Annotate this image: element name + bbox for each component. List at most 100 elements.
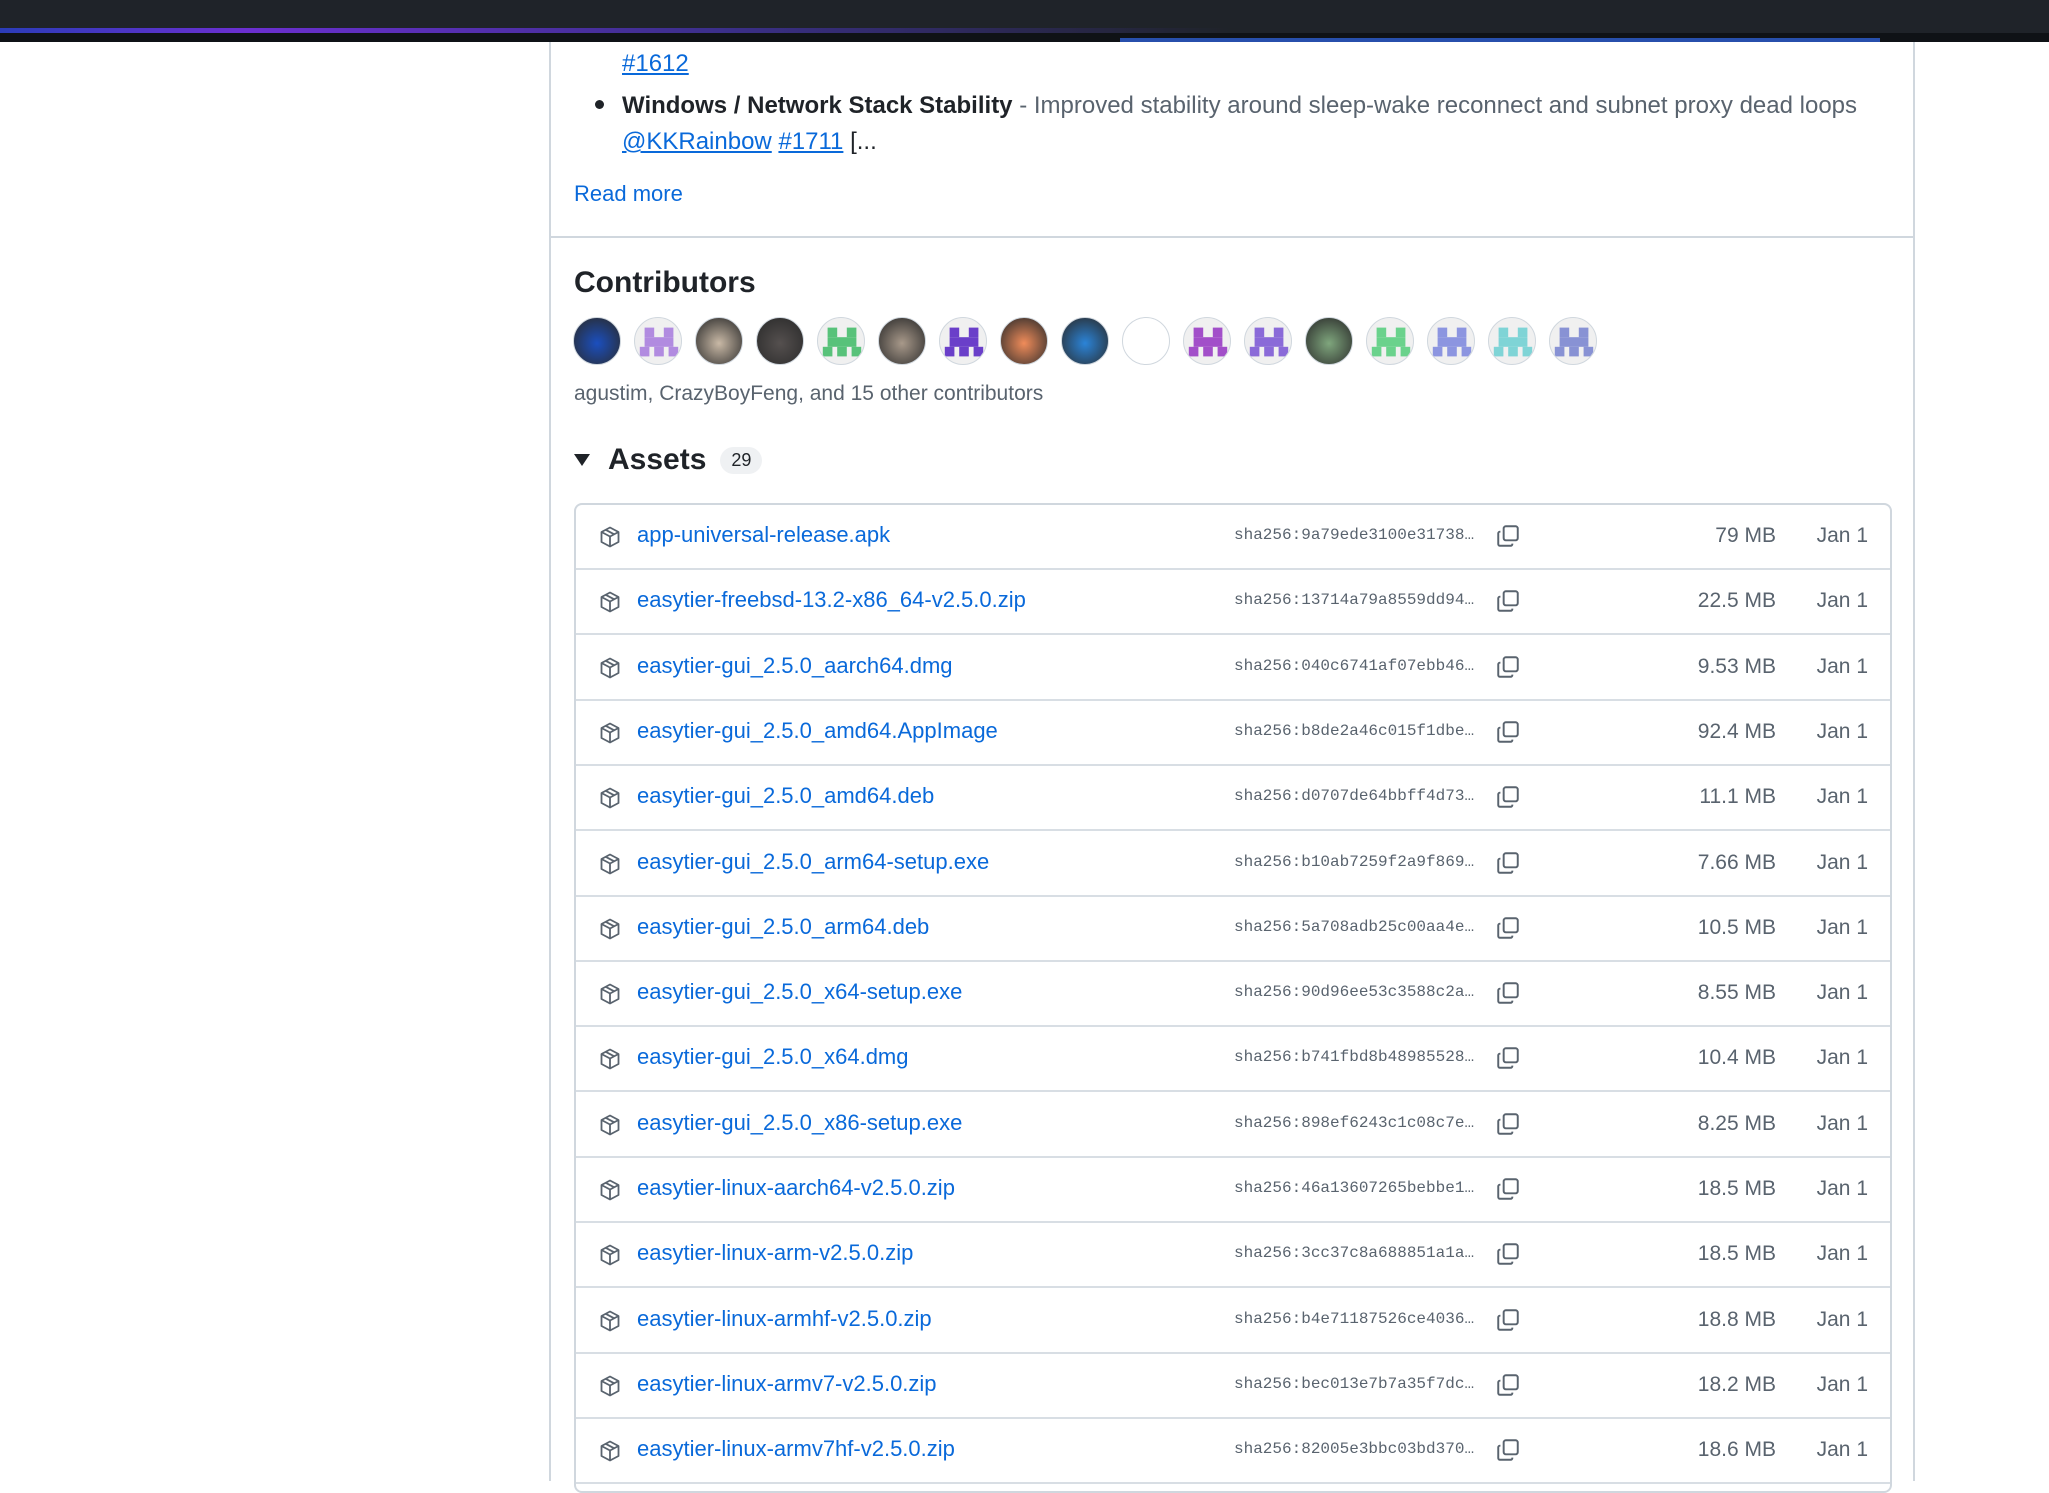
asset-name-link[interactable]: easytier-gui_2.5.0_x64-setup.exe <box>637 979 962 1005</box>
contributor-avatar[interactable] <box>1183 317 1231 365</box>
contributor-avatar[interactable] <box>1366 317 1414 365</box>
package-icon <box>598 590 622 614</box>
asset-date: Jan 1 <box>1816 524 1868 547</box>
asset-date: Jan 1 <box>1816 1046 1868 1070</box>
asset-size: 18.5 MB <box>1697 1242 1776 1266</box>
package-icon <box>598 917 622 941</box>
asset-date: Jan 1 <box>1816 1438 1868 1462</box>
asset-name-link[interactable]: easytier-gui_2.5.0_amd64.AppImage <box>637 718 998 744</box>
asset-date: Jan 1 <box>1816 915 1868 939</box>
asset-date: Jan 1 <box>1816 850 1868 874</box>
asset-size: 8.25 MB <box>1697 1111 1776 1135</box>
asset-size: 8.55 MB <box>1697 981 1776 1005</box>
contributor-avatar[interactable] <box>1122 317 1170 365</box>
asset-sha256: sha256:b4e71187526ce4036… <box>1234 1309 1475 1328</box>
asset-row: easytier-linux-aarch64-v2.5.0.zip sha256:… <box>576 1158 1890 1223</box>
contributor-avatar[interactable] <box>1305 317 1353 365</box>
asset-date: Jan 1 <box>1816 654 1868 678</box>
asset-name-link[interactable]: easytier-freebsd-13.2-x86_64-v2.5.0.zip <box>637 587 1026 613</box>
asset-date: Jan 1 <box>1816 785 1868 809</box>
author-link[interactable]: @KKRainbow <box>622 128 772 155</box>
asset-row: easytier-linux-armhf-v2.5.0.zip sha256:b4… <box>576 1289 1890 1354</box>
asset-size: 18.5 MB <box>1697 1177 1776 1200</box>
asset-size: 11.1 MB <box>1699 785 1776 809</box>
asset-name-link[interactable]: easytier-linux-armv7-v2.5.0.zip <box>637 1371 937 1397</box>
asset-row: easytier-linux-armv7hf-v2.5.0.zip sha256:… <box>576 1419 1890 1485</box>
assets-heading[interactable]: Assets <box>608 443 706 477</box>
package-icon <box>598 1374 622 1398</box>
assets-header[interactable]: Assets 29 <box>574 440 763 480</box>
asset-sha256: sha256:b741fbd8b48985528… <box>1234 1048 1475 1067</box>
asset-name-link[interactable]: easytier-linux-armv7hf-v2.5.0.zip <box>637 1436 955 1462</box>
asset-date: Jan 1 <box>1816 1372 1868 1396</box>
contributor-avatar[interactable] <box>817 317 865 365</box>
issue-link-1711[interactable]: #1711 <box>778 128 843 155</box>
asset-name-link[interactable]: easytier-linux-armhf-v2.5.0.zip <box>637 1306 932 1332</box>
asset-sha256: sha256:46a13607265bebbe1… <box>1234 1179 1475 1197</box>
asset-date: Jan 1 <box>1816 719 1868 743</box>
contributors-summary[interactable]: agustim, CrazyBoyFeng, and 15 other cont… <box>574 382 1043 406</box>
package-icon <box>598 1113 622 1137</box>
issue-link-1612[interactable]: #1612 <box>622 50 689 77</box>
asset-name-link[interactable]: easytier-gui_2.5.0_arm64.deb <box>637 914 929 940</box>
asset-size: 79 MB <box>1715 524 1776 547</box>
contributors-heading: Contributors <box>574 266 756 299</box>
package-icon <box>598 982 622 1006</box>
asset-name-link[interactable]: easytier-gui_2.5.0_x86-setup.exe <box>637 1110 962 1136</box>
asset-sha256: sha256:5a708adb25c00aa4e… <box>1234 917 1475 936</box>
asset-name-link[interactable]: easytier-linux-aarch64-v2.5.0.zip <box>637 1175 955 1201</box>
assets-count-badge: 29 <box>720 446 763 474</box>
asset-sha256: sha256:90d96ee53c3588c2a… <box>1234 983 1475 1002</box>
contributor-avatar[interactable] <box>573 317 621 365</box>
contributor-avatar[interactable] <box>1488 317 1536 365</box>
asset-row: easytier-freebsd-13.2-x86_64-v2.5.0.zip s… <box>576 570 1890 636</box>
asset-size: 22.5 MB <box>1697 589 1776 613</box>
asset-sha256: sha256:3cc37c8a688851a1a… <box>1234 1244 1475 1263</box>
assets-list: app-universal-release.apk sha256:9a79ede3… <box>574 503 1892 1493</box>
contributor-avatar[interactable] <box>695 317 743 365</box>
asset-name-link[interactable]: app-universal-release.apk <box>637 522 890 548</box>
asset-sha256: sha256:b8de2a46c015f1dbe… <box>1234 721 1475 740</box>
asset-name-link[interactable]: easytier-gui_2.5.0_amd64.deb <box>637 783 934 809</box>
asset-name-link[interactable]: easytier-gui_2.5.0_x64.dmg <box>637 1044 909 1070</box>
contributor-avatar[interactable] <box>1427 317 1475 365</box>
asset-size: 10.4 MB <box>1697 1046 1776 1070</box>
package-icon <box>598 1243 622 1267</box>
package-icon <box>598 1178 622 1202</box>
package-icon <box>598 1309 622 1333</box>
asset-row: easytier-gui_2.5.0_arm64-setup.exe sha256… <box>576 832 1890 897</box>
contributor-avatar[interactable] <box>1549 317 1597 365</box>
bullet-dot <box>595 100 604 109</box>
asset-row: easytier-gui_2.5.0_x64-setup.exe sha256:9… <box>576 962 1890 1028</box>
browser-top-bar <box>0 0 2049 28</box>
asset-sha256: sha256:d0707de64bbff4d73… <box>1234 787 1475 806</box>
asset-date: Jan 1 <box>1816 981 1868 1005</box>
package-icon <box>598 721 622 745</box>
package-icon <box>598 1439 622 1463</box>
contributor-avatar[interactable] <box>634 317 682 365</box>
asset-row: easytier-gui_2.5.0_amd64.AppImage sha256:… <box>576 701 1890 766</box>
asset-name-link[interactable]: easytier-linux-arm-v2.5.0.zip <box>637 1240 913 1266</box>
asset-row: app-universal-release.apk sha256:9a79ede3… <box>576 505 1890 570</box>
asset-sha256: sha256:9a79ede3100e31738… <box>1234 526 1475 544</box>
contributor-avatar[interactable] <box>756 317 804 365</box>
contributor-avatar[interactable] <box>939 317 987 365</box>
asset-size: 92.4 MB <box>1697 719 1776 743</box>
asset-sha256: sha256:040c6741af07ebb46… <box>1234 656 1475 675</box>
asset-row: easytier-gui_2.5.0_arm64.deb sha256:5a708… <box>576 897 1890 962</box>
asset-row: easytier-gui_2.5.0_amd64.deb sha256:d0707… <box>576 766 1890 832</box>
asset-name-link[interactable]: easytier-gui_2.5.0_arm64-setup.exe <box>637 849 989 875</box>
contributor-avatar[interactable] <box>1061 317 1109 365</box>
release-card-divider <box>549 236 1915 238</box>
contributor-avatar[interactable] <box>1244 317 1292 365</box>
read-more-link[interactable]: Read more <box>574 181 683 207</box>
asset-date: Jan 1 <box>1816 589 1868 613</box>
triangle-down-icon[interactable] <box>574 454 590 466</box>
asset-sha256: sha256:b10ab7259f2a9f869… <box>1234 852 1475 871</box>
asset-size: 18.8 MB <box>1697 1307 1776 1331</box>
package-icon <box>598 656 622 680</box>
asset-size: 9.53 MB <box>1697 654 1776 678</box>
asset-name-link[interactable]: easytier-gui_2.5.0_aarch64.dmg <box>637 653 953 679</box>
contributor-avatar[interactable] <box>878 317 926 365</box>
contributor-avatar[interactable] <box>1000 317 1048 365</box>
